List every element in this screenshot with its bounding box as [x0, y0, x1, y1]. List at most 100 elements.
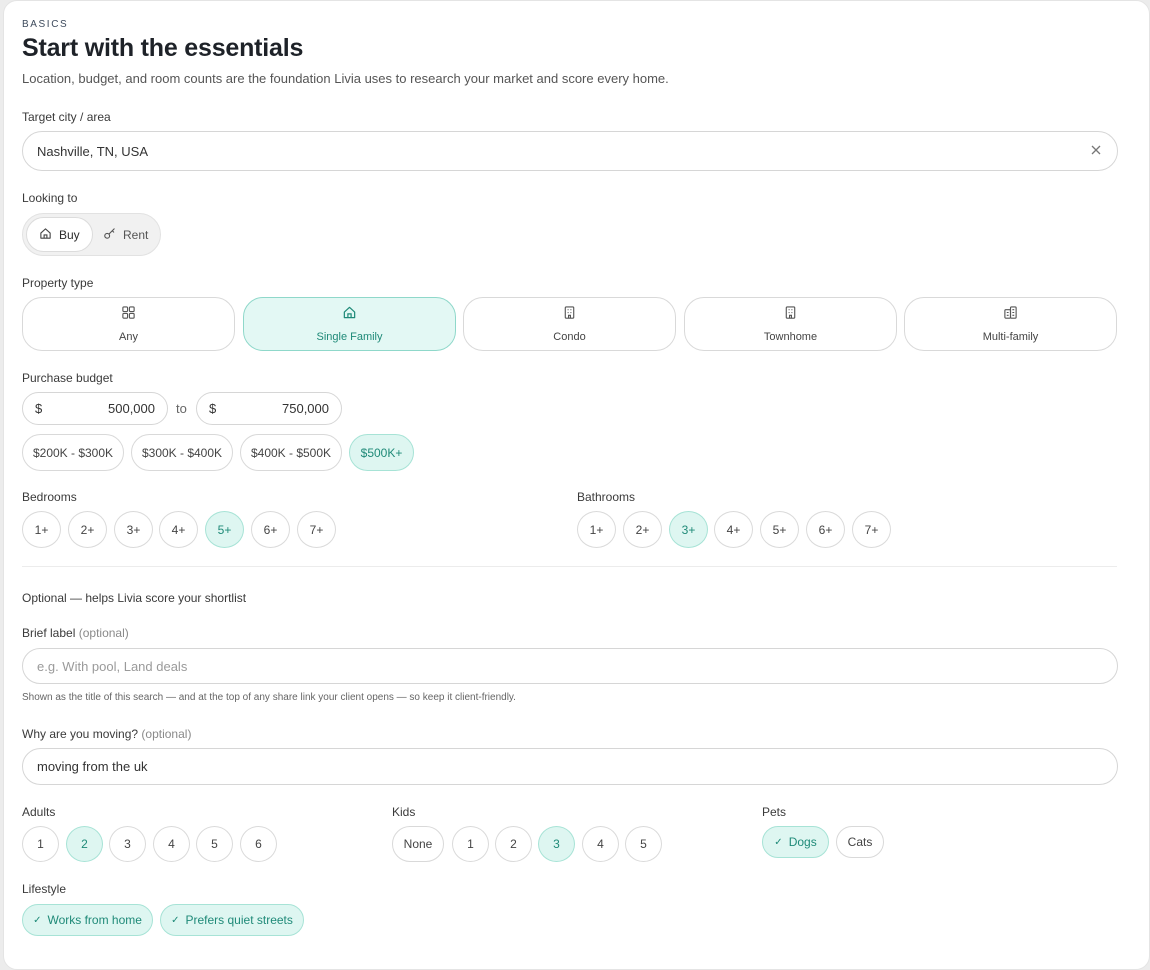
adults-label: Adults: [22, 805, 56, 819]
kids-option[interactable]: None: [392, 826, 444, 862]
looking-to-label: Looking to: [22, 191, 78, 205]
adults-option-selected[interactable]: 2: [66, 826, 103, 862]
pet-option-cats[interactable]: Cats: [836, 826, 884, 858]
kids-option-selected[interactable]: 3: [538, 826, 575, 862]
bathrooms-option[interactable]: 1+: [577, 511, 616, 548]
property-type-townhome-label: Townhome: [763, 331, 818, 343]
lifestyle-option-works-from-home[interactable]: ✓ Works from home: [22, 904, 153, 936]
property-type-single-family[interactable]: Single Family: [243, 297, 456, 351]
rent-option[interactable]: Rent: [91, 217, 160, 252]
budget-preset[interactable]: $200K - $300K: [22, 434, 124, 471]
check-icon: ✓: [774, 836, 783, 848]
property-type-multi-family-label: Multi-family: [982, 331, 1039, 343]
bedrooms-option-selected[interactable]: 5+: [205, 511, 244, 548]
location-input[interactable]: [23, 132, 1117, 170]
bathrooms-option[interactable]: 4+: [714, 511, 753, 548]
budget-preset-label: $300K - $400K: [141, 445, 223, 460]
brief-label: Brief label (optional): [22, 626, 129, 640]
budget-preset-selected[interactable]: $500K+: [349, 434, 414, 471]
kids-option[interactable]: 5: [625, 826, 662, 862]
budget-separator: to: [176, 401, 187, 416]
kids-option[interactable]: 1: [452, 826, 489, 862]
budget-preset-label: $500K+: [360, 445, 403, 460]
bathrooms-label: Bathrooms: [577, 490, 636, 504]
bedrooms-option[interactable]: 4+: [159, 511, 198, 548]
optional-tag: (optional): [78, 626, 129, 640]
property-type-condo[interactable]: Condo: [463, 297, 676, 351]
buildings-icon: [1003, 305, 1018, 323]
kids-option[interactable]: 4: [582, 826, 619, 862]
bedrooms-option[interactable]: 1+: [22, 511, 61, 548]
budget-label: Purchase budget: [22, 371, 113, 385]
bedrooms-option[interactable]: 2+: [68, 511, 107, 548]
key-icon: [103, 227, 116, 243]
adults-option[interactable]: 4: [153, 826, 190, 862]
page-title: Start with the essentials: [22, 34, 304, 62]
adults-option[interactable]: 1: [22, 826, 59, 862]
budget-min-value: 500,000: [108, 401, 155, 416]
brief-hint: Shown as the title of this search — and …: [22, 692, 516, 703]
lifestyle-option-label: Prefers quiet streets: [185, 913, 293, 927]
adults-option[interactable]: 5: [196, 826, 233, 862]
pet-option-dogs[interactable]: ✓ Dogs: [762, 826, 829, 858]
bathrooms-option[interactable]: 7+: [852, 511, 891, 548]
optional-heading: Optional — helps Livia score your shortl…: [22, 591, 247, 605]
why-moving-label: Why are you moving? (optional): [22, 727, 191, 741]
optional-tag: (optional): [141, 727, 192, 741]
budget-preset[interactable]: $300K - $400K: [131, 434, 233, 471]
budget-preset[interactable]: $400K - $500K: [240, 434, 342, 471]
section-eyebrow: BASICS: [22, 19, 69, 30]
lifestyle-option-quiet-streets[interactable]: ✓ Prefers quiet streets: [160, 904, 304, 936]
budget-max-value: 750,000: [282, 401, 329, 416]
looking-to-toggle: Buy Rent: [22, 213, 161, 256]
brief-label-text: Brief label: [22, 626, 76, 640]
buy-option[interactable]: Buy: [26, 217, 93, 252]
adults-option[interactable]: 3: [109, 826, 146, 862]
home-icon: [342, 305, 357, 323]
kids-label: Kids: [392, 805, 416, 819]
why-moving-input[interactable]: [23, 749, 1117, 784]
building-icon: [562, 305, 577, 323]
lifestyle-label: Lifestyle: [22, 882, 67, 896]
property-type-townhome[interactable]: Townhome: [684, 297, 897, 351]
bathrooms-option[interactable]: 2+: [623, 511, 662, 548]
adults-option[interactable]: 6: [240, 826, 277, 862]
bedrooms-label: Bedrooms: [22, 490, 77, 504]
bathrooms-option[interactable]: 5+: [760, 511, 799, 548]
brief-field: [22, 648, 1118, 684]
pets-label: Pets: [762, 805, 787, 819]
budget-max-input[interactable]: $ 750,000: [196, 392, 342, 425]
section-divider: [22, 566, 1117, 567]
bathrooms-option[interactable]: 6+: [806, 511, 845, 548]
budget-min-input[interactable]: $ 500,000: [22, 392, 168, 425]
rent-option-label: Rent: [123, 227, 149, 242]
grid-icon: [121, 305, 136, 323]
pet-option-label: Dogs: [788, 835, 817, 849]
property-type-any[interactable]: Any: [22, 297, 235, 351]
property-type-label: Property type: [22, 276, 94, 290]
property-type-single-family-label: Single Family: [316, 331, 383, 343]
currency-symbol: $: [209, 401, 217, 416]
property-type-multi-family[interactable]: Multi-family: [904, 297, 1117, 351]
budget-preset-label: $400K - $500K: [250, 445, 332, 460]
property-type-any-label: Any: [119, 331, 138, 343]
why-moving-field: [22, 748, 1118, 785]
location-field: [22, 131, 1118, 171]
kids-option[interactable]: 2: [495, 826, 532, 862]
brief-input[interactable]: [23, 649, 1117, 683]
check-icon: ✓: [171, 914, 180, 926]
pet-option-label: Cats: [847, 835, 873, 849]
home-icon: [39, 227, 52, 243]
bathrooms-option-selected[interactable]: 3+: [669, 511, 708, 548]
currency-symbol: $: [35, 401, 43, 416]
budget-preset-label: $200K - $300K: [32, 445, 114, 460]
page-subtitle: Location, budget, and room counts are th…: [22, 71, 669, 86]
bedrooms-option[interactable]: 3+: [114, 511, 153, 548]
check-icon: ✓: [33, 914, 42, 926]
bedrooms-option[interactable]: 6+: [251, 511, 290, 548]
close-icon[interactable]: [1089, 144, 1103, 158]
bedrooms-option[interactable]: 7+: [297, 511, 336, 548]
buy-option-label: Buy: [59, 227, 80, 242]
building-icon: [783, 305, 798, 323]
form-card: BASICS Start with the essentials Locatio…: [3, 0, 1150, 970]
